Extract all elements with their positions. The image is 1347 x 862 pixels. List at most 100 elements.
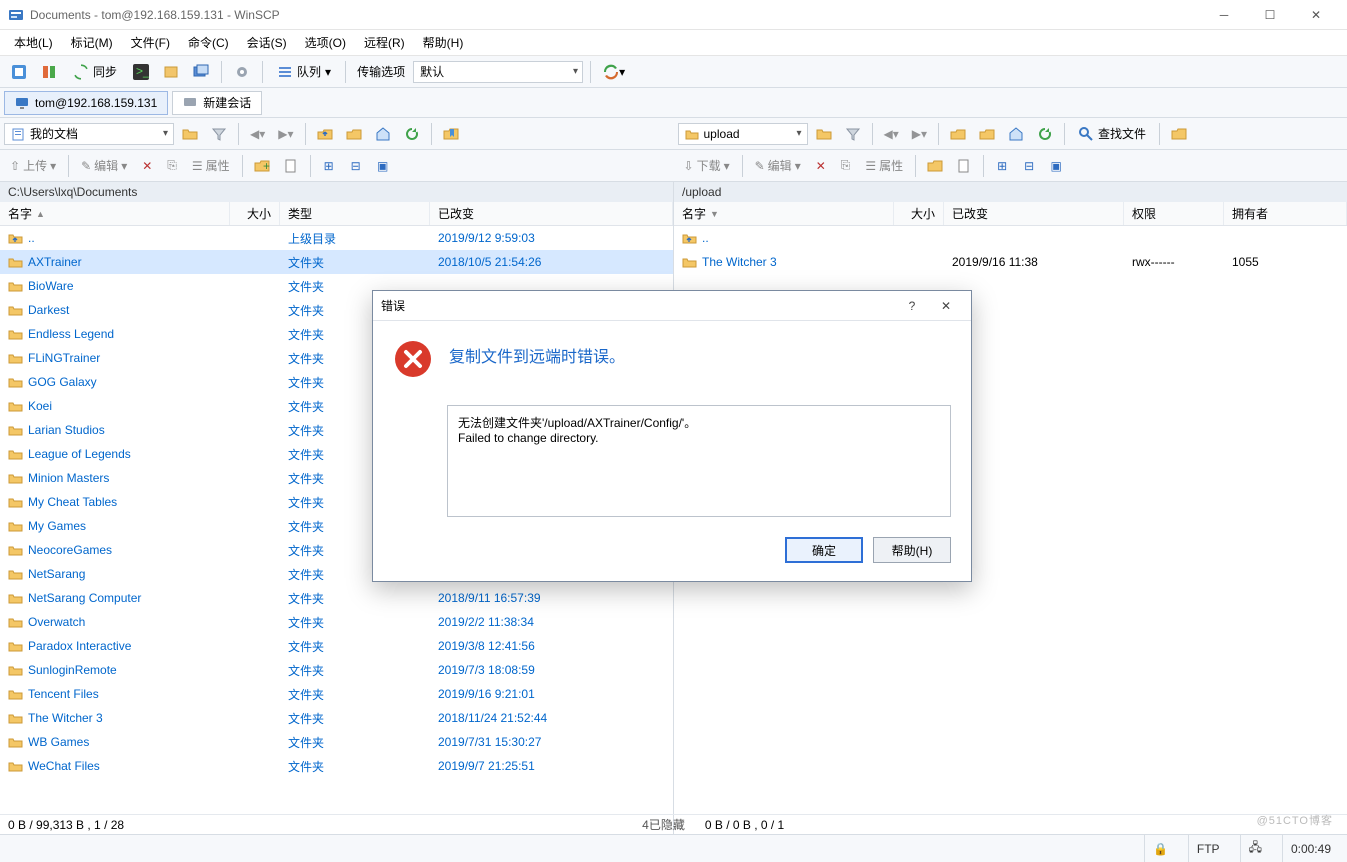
col-name[interactable]: 名字▲ — [0, 202, 230, 225]
local-copy-button[interactable]: ⎘ — [161, 158, 183, 173]
remote-home-button[interactable] — [1003, 122, 1029, 146]
menu-item[interactable]: 命令(C) — [180, 31, 237, 54]
remote-copy-button[interactable]: ⎘ — [835, 158, 857, 173]
table-row[interactable]: The Witcher 3文件夹2018/11/24 21:52:44 — [0, 706, 673, 730]
remote-drive-combo[interactable]: upload — [678, 123, 808, 145]
local-up-button[interactable] — [312, 122, 338, 146]
remote-expand-button[interactable]: ⊞ — [990, 154, 1014, 178]
table-row[interactable]: .. — [674, 226, 1347, 250]
new-session-tab[interactable]: 新建会话 — [172, 91, 262, 115]
reconnect-button[interactable]: ▾ — [598, 60, 630, 84]
table-row[interactable]: Darkest文件夹 — [0, 298, 673, 322]
local-expand-button[interactable]: ⊞ — [317, 154, 341, 178]
local-forward-button[interactable]: ▶▾ — [273, 122, 298, 146]
table-row[interactable]: Paradox Interactive文件夹2019/3/8 12:41:56 — [0, 634, 673, 658]
local-edit-button[interactable]: ✎编辑 ▾ — [75, 157, 133, 174]
local-list[interactable]: ..上级目录2019/9/12 9:59:03AXTrainer文件夹2018/… — [0, 226, 673, 834]
sync-browse-button[interactable] — [6, 60, 32, 84]
local-root-button[interactable] — [341, 122, 367, 146]
col-name[interactable]: 名字▼ — [674, 202, 894, 225]
table-row[interactable]: FLiNGTrainer文件夹 — [0, 346, 673, 370]
col-size[interactable]: 大小 — [894, 202, 944, 225]
remote-up-button[interactable] — [945, 122, 971, 146]
sync-dirs-button[interactable] — [158, 60, 184, 84]
table-row[interactable]: Tencent Files文件夹2019/9/16 9:21:01 — [0, 682, 673, 706]
compare-button[interactable] — [36, 60, 62, 84]
remote-refresh-button[interactable] — [1032, 122, 1058, 146]
transfer-preset-combo[interactable]: 默认 — [413, 61, 583, 83]
menu-item[interactable]: 帮助(H) — [415, 31, 472, 54]
remote-open-button[interactable] — [811, 122, 837, 146]
remote-edit-button[interactable]: ✎编辑 ▾ — [749, 157, 807, 174]
table-row[interactable]: Larian Studios文件夹 — [0, 418, 673, 442]
table-row[interactable]: My Games文件夹 — [0, 514, 673, 538]
minimize-button[interactable]: ─ — [1201, 0, 1247, 30]
local-selectall-button[interactable]: ▣ — [371, 154, 395, 178]
local-drive-combo[interactable]: 我的文档 — [4, 123, 174, 145]
local-collapse-button[interactable]: ⊟ — [344, 154, 368, 178]
table-row[interactable]: BioWare文件夹 — [0, 274, 673, 298]
remote-newfile-button[interactable] — [951, 154, 977, 178]
menu-item[interactable]: 选项(O) — [297, 31, 354, 54]
remote-filter-button[interactable] — [840, 122, 866, 146]
local-back-button[interactable]: ◀▾ — [245, 122, 270, 146]
remote-list[interactable]: ..The Witcher 32019/9/16 11:38rwx------1… — [674, 226, 1347, 834]
col-rights[interactable]: 权限 — [1124, 202, 1224, 225]
table-row[interactable]: SunloginRemote文件夹2019/7/3 18:08:59 — [0, 658, 673, 682]
table-row[interactable]: WeChat Files文件夹2019/9/7 21:25:51 — [0, 754, 673, 778]
remote-root-button[interactable] — [974, 122, 1000, 146]
col-size[interactable]: 大小 — [230, 202, 280, 225]
table-row[interactable]: NetSarang Computer文件夹2018/9/11 16:57:39 — [0, 586, 673, 610]
col-owner[interactable]: 拥有者 — [1224, 202, 1347, 225]
synchronize-button[interactable]: 同步 — [66, 60, 124, 84]
upload-button[interactable]: ⇧上传 ▾ — [4, 157, 62, 174]
close-button[interactable]: ✕ — [1293, 0, 1339, 30]
new-window-button[interactable] — [188, 60, 214, 84]
remote-selectall-button[interactable]: ▣ — [1044, 154, 1068, 178]
settings-button[interactable] — [229, 60, 255, 84]
remote-find-button[interactable]: 查找文件 — [1071, 122, 1153, 146]
table-row[interactable]: NeocoreGames文件夹 — [0, 538, 673, 562]
menu-item[interactable]: 本地(L) — [6, 31, 61, 54]
menu-item[interactable]: 标记(M) — [63, 31, 121, 54]
local-bookmark-button[interactable] — [438, 122, 464, 146]
remote-delete-button[interactable]: ✕ — [810, 159, 832, 173]
maximize-button[interactable]: ☐ — [1247, 0, 1293, 30]
queue-button[interactable]: 队列 ▾ — [270, 60, 338, 84]
menu-item[interactable]: 远程(R) — [356, 31, 413, 54]
col-changed[interactable]: 已改变 — [944, 202, 1124, 225]
menu-item[interactable]: 会话(S) — [239, 31, 295, 54]
remote-back-button[interactable]: ◀▾ — [879, 122, 904, 146]
table-row[interactable]: AXTrainer文件夹2018/10/5 21:54:26 — [0, 250, 673, 274]
table-row[interactable]: League of Legends文件夹 — [0, 442, 673, 466]
table-row[interactable]: Overwatch文件夹2019/2/2 11:38:34 — [0, 610, 673, 634]
local-filter-button[interactable] — [206, 122, 232, 146]
local-delete-button[interactable]: ✕ — [136, 159, 158, 173]
local-open-button[interactable] — [177, 122, 203, 146]
remote-forward-button[interactable]: ▶▾ — [907, 122, 932, 146]
local-newfile-button[interactable] — [278, 154, 304, 178]
remote-props-button[interactable]: ☰属性 — [859, 157, 909, 174]
table-row[interactable]: ..上级目录2019/9/12 9:59:03 — [0, 226, 673, 250]
download-button[interactable]: ⇩下载 ▾ — [678, 157, 736, 174]
remote-newdir-button[interactable] — [922, 154, 948, 178]
col-changed[interactable]: 已改变 — [430, 202, 673, 225]
local-home-button[interactable] — [370, 122, 396, 146]
table-row[interactable]: My Cheat Tables文件夹 — [0, 490, 673, 514]
table-row[interactable]: GOG Galaxy文件夹 — [0, 370, 673, 394]
local-refresh-button[interactable] — [399, 122, 425, 146]
table-row[interactable]: Endless Legend文件夹 — [0, 322, 673, 346]
console-button[interactable]: >_ — [128, 60, 154, 84]
table-row[interactable]: Koei文件夹 — [0, 394, 673, 418]
session-tab-active[interactable]: tom@192.168.159.131 — [4, 91, 168, 115]
table-row[interactable]: The Witcher 32019/9/16 11:38rwx------105… — [674, 250, 1347, 274]
table-row[interactable]: WB Games文件夹2019/7/31 15:30:27 — [0, 730, 673, 754]
table-row[interactable]: Minion Masters文件夹 — [0, 466, 673, 490]
remote-collapse-button[interactable]: ⊟ — [1017, 154, 1041, 178]
menu-item[interactable]: 文件(F) — [123, 31, 178, 54]
remote-bookmark-button[interactable] — [1166, 122, 1192, 146]
local-props-button[interactable]: ☰属性 — [186, 157, 236, 174]
table-row[interactable]: NetSarang文件夹2019/6/16 17:06:15 — [0, 562, 673, 586]
local-newdir-button[interactable]: + — [249, 154, 275, 178]
col-type[interactable]: 类型 — [280, 202, 430, 225]
